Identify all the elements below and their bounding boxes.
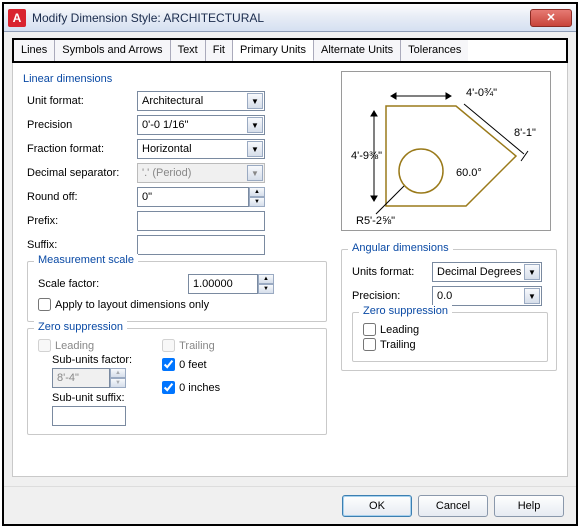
suffix-input[interactable] — [142, 239, 260, 251]
angular-units-combo[interactable]: Decimal Degrees ▼ — [432, 262, 542, 282]
angular-units-value: Decimal Degrees — [437, 266, 521, 278]
subunit-suffix-input[interactable] — [57, 410, 121, 422]
spin-up-icon[interactable]: ▲ — [258, 274, 274, 284]
angular-leading-checkbox[interactable] — [363, 323, 376, 336]
unit-format-value: Architectural — [142, 95, 203, 107]
preview-dim-right: 8'-1" — [514, 127, 536, 139]
tab-fit[interactable]: Fit — [206, 40, 233, 61]
subunits-factor-label: Sub-units factor: — [52, 354, 132, 366]
oinches-label: 0 inches — [179, 382, 220, 394]
chevron-down-icon: ▼ — [247, 117, 263, 133]
spin-up-icon[interactable]: ▲ — [249, 187, 265, 197]
preview-dim-left: 4'-9⅜" — [351, 150, 382, 162]
angular-zero-title: Zero suppression — [359, 305, 452, 317]
close-button[interactable]: ✕ — [530, 9, 572, 27]
angular-group: Angular dimensions Units format: Decimal… — [341, 249, 557, 371]
angular-precision-combo[interactable]: 0.0 ▼ — [432, 286, 542, 306]
angular-precision-label: Precision: — [352, 290, 432, 302]
precision-label: Precision — [27, 119, 137, 131]
close-icon: ✕ — [546, 11, 555, 24]
spin-down-icon[interactable]: ▼ — [249, 197, 265, 207]
zero-title: Zero suppression — [34, 321, 127, 333]
angular-units-label: Units format: — [352, 266, 432, 278]
angular-trailing-checkbox[interactable] — [363, 338, 376, 351]
zero-suppression-group: Zero suppression Leading Sub-units facto… — [27, 328, 327, 435]
measurement-title: Measurement scale — [34, 254, 138, 266]
tab-lines[interactable]: Lines — [14, 40, 55, 61]
ofeet-label: 0 feet — [179, 359, 207, 371]
roundoff-input[interactable] — [142, 191, 244, 203]
leading-label: Leading — [55, 340, 94, 352]
ok-label: OK — [369, 500, 385, 512]
dialog-footer: OK Cancel Help — [4, 486, 576, 524]
prefix-label: Prefix: — [27, 215, 137, 227]
chevron-down-icon: ▼ — [524, 288, 540, 304]
subunits-factor-spinner: ▲▼ — [110, 368, 126, 388]
tab-text[interactable]: Text — [171, 40, 206, 61]
tab-symbols-arrows[interactable]: Symbols and Arrows — [55, 40, 170, 61]
roundoff-spinner[interactable]: ▲▼ — [249, 187, 265, 207]
angular-trailing-label: Trailing — [380, 339, 416, 351]
spin-down-icon[interactable]: ▼ — [258, 284, 274, 294]
chevron-down-icon: ▼ — [524, 264, 540, 280]
trailing-checkbox — [162, 339, 175, 352]
spin-down-icon: ▼ — [110, 378, 126, 388]
fraction-format-combo[interactable]: Horizontal ▼ — [137, 139, 265, 159]
roundoff-label: Round off: — [27, 191, 137, 203]
ofeet-checkbox[interactable] — [162, 358, 175, 371]
tab-alternate-units[interactable]: Alternate Units — [314, 40, 401, 61]
angular-precision-value: 0.0 — [437, 290, 452, 302]
preview-pane: 4'-0¾" 4'-9⅜" 8'-1" 60.0° R5'-2⅝" — [341, 71, 551, 231]
tabs-row: Lines Symbols and Arrows Text Fit Primar… — [12, 38, 568, 63]
preview-dim-angle: 60.0° — [456, 167, 482, 179]
decimal-separator-label: Decimal separator: — [27, 167, 137, 179]
titlebar: A Modify Dimension Style: ARCHITECTURAL … — [4, 4, 576, 32]
prefix-input[interactable] — [142, 215, 260, 227]
decimal-separator-value: '.' (Period) — [142, 167, 191, 179]
unit-format-combo[interactable]: Architectural ▼ — [137, 91, 265, 111]
measurement-group: Measurement scale Scale factor: ▲▼ Apply… — [27, 261, 327, 322]
precision-combo[interactable]: 0'-0 1/16" ▼ — [137, 115, 265, 135]
fraction-format-label: Fraction format: — [27, 143, 137, 155]
app-icon: A — [8, 9, 26, 27]
spin-up-icon: ▲ — [110, 368, 126, 378]
angular-leading-label: Leading — [380, 324, 419, 336]
preview-dim-radius: R5'-2⅝" — [356, 215, 395, 226]
chevron-down-icon: ▼ — [247, 93, 263, 109]
apply-layout-label: Apply to layout dimensions only — [55, 299, 209, 311]
apply-layout-checkbox[interactable] — [38, 298, 51, 311]
scale-factor-spinner[interactable]: ▲▼ — [258, 274, 274, 294]
angular-zero-group: Zero suppression Leading Trailing — [352, 312, 548, 362]
tab-primary-units[interactable]: Primary Units — [233, 40, 314, 61]
trailing-label: Trailing — [179, 340, 215, 352]
window-title: Modify Dimension Style: ARCHITECTURAL — [32, 11, 264, 25]
linear-heading: Linear dimensions — [23, 73, 327, 85]
cancel-label: Cancel — [436, 500, 470, 512]
tab-tolerances[interactable]: Tolerances — [401, 40, 468, 61]
help-label: Help — [518, 500, 541, 512]
fraction-format-value: Horizontal — [142, 143, 192, 155]
suffix-label: Suffix: — [27, 239, 137, 251]
subunits-factor-input — [57, 372, 105, 384]
help-button[interactable]: Help — [494, 495, 564, 517]
decimal-separator-combo: '.' (Period) ▼ — [137, 163, 265, 183]
chevron-down-icon: ▼ — [247, 141, 263, 157]
cancel-button[interactable]: Cancel — [418, 495, 488, 517]
scale-factor-label: Scale factor: — [38, 278, 188, 290]
scale-factor-input[interactable] — [193, 278, 253, 290]
unit-format-label: Unit format: — [27, 95, 137, 107]
preview-dim-top: 4'-0¾" — [466, 87, 497, 99]
leading-checkbox — [38, 339, 51, 352]
chevron-down-icon: ▼ — [247, 165, 263, 181]
precision-value: 0'-0 1/16" — [142, 119, 188, 131]
oinches-checkbox[interactable] — [162, 381, 175, 394]
ok-button[interactable]: OK — [342, 495, 412, 517]
angular-title: Angular dimensions — [348, 242, 453, 254]
subunit-suffix-label: Sub-unit suffix: — [52, 392, 132, 404]
